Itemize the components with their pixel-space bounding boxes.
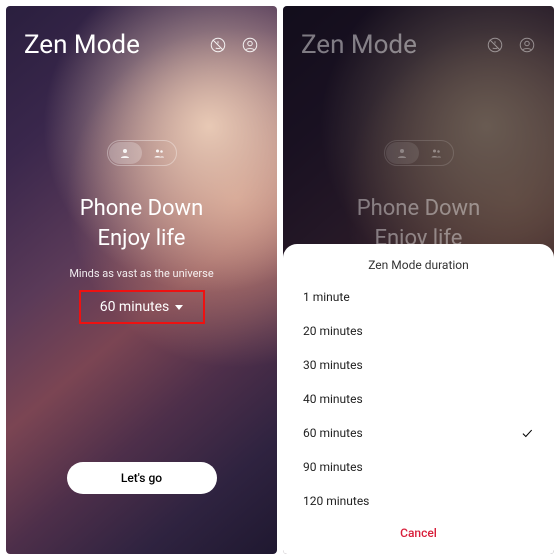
start-button[interactable]: Let's go bbox=[67, 462, 217, 494]
profile-icon bbox=[518, 36, 536, 54]
headline-line1: Phone Down bbox=[283, 194, 554, 224]
headline-line2: Enjoy life bbox=[6, 224, 277, 254]
mode-toggle-group[interactable] bbox=[143, 141, 176, 165]
check-icon bbox=[520, 426, 534, 440]
duration-option[interactable]: 90 minutes bbox=[283, 450, 554, 484]
start-button-label: Let's go bbox=[121, 471, 162, 485]
mode-toggle-solo[interactable] bbox=[109, 142, 142, 164]
duration-option[interactable]: 20 minutes bbox=[283, 314, 554, 348]
page-title: Zen Mode bbox=[301, 30, 417, 60]
duration-option[interactable]: 1 minute bbox=[283, 280, 554, 314]
no-alert-icon bbox=[486, 36, 504, 54]
duration-options-list: 1 minute 20 minutes 30 minutes 40 minutes 60… bbox=[283, 280, 554, 514]
duration-selector[interactable]: 60 minutes bbox=[79, 290, 205, 324]
duration-sheet-title: Zen Mode duration bbox=[283, 258, 554, 272]
header: Zen Mode bbox=[6, 6, 277, 60]
mode-toggle-solo bbox=[386, 142, 419, 164]
page-title: Zen Mode bbox=[24, 30, 140, 60]
header: Zen Mode bbox=[283, 6, 554, 60]
duration-option-label: 40 minutes bbox=[303, 392, 363, 406]
no-alert-icon[interactable] bbox=[209, 36, 227, 54]
header-actions bbox=[486, 36, 536, 54]
header-actions bbox=[209, 36, 259, 54]
duration-option-label: 1 minute bbox=[303, 290, 350, 304]
chevron-down-icon bbox=[175, 305, 183, 310]
duration-option[interactable]: 120 minutes bbox=[283, 484, 554, 514]
duration-option-label: 60 minutes bbox=[303, 426, 363, 440]
profile-icon[interactable] bbox=[241, 36, 259, 54]
cancel-button-label: Cancel bbox=[400, 526, 437, 540]
duration-sheet: Zen Mode duration 1 minute 20 minutes 30 m… bbox=[283, 244, 554, 554]
duration-selector-value: 60 minutes bbox=[100, 299, 170, 315]
subheading: Minds as vast as the universe bbox=[6, 267, 277, 280]
duration-option-label: 90 minutes bbox=[303, 460, 363, 474]
mode-toggle-group bbox=[420, 141, 453, 165]
duration-option-label: 30 minutes bbox=[303, 358, 363, 372]
zen-mode-main-screen: Zen Mode Phone Down Enjoy life Minds as … bbox=[6, 6, 277, 554]
duration-option[interactable]: 30 minutes bbox=[283, 348, 554, 382]
duration-option[interactable]: 40 minutes bbox=[283, 382, 554, 416]
duration-option-label: 20 minutes bbox=[303, 324, 363, 338]
headline: Phone Down Enjoy life bbox=[6, 194, 277, 253]
cancel-button[interactable]: Cancel bbox=[283, 514, 554, 554]
headline-line1: Phone Down bbox=[6, 194, 277, 224]
zen-mode-duration-picker-screen: Zen Mode Phone Down Enjoy life Minds as … bbox=[283, 6, 554, 554]
duration-option[interactable]: 60 minutes bbox=[283, 416, 554, 450]
mode-toggle bbox=[384, 140, 454, 166]
duration-option-label: 120 minutes bbox=[303, 494, 369, 508]
mode-toggle[interactable] bbox=[107, 140, 177, 166]
